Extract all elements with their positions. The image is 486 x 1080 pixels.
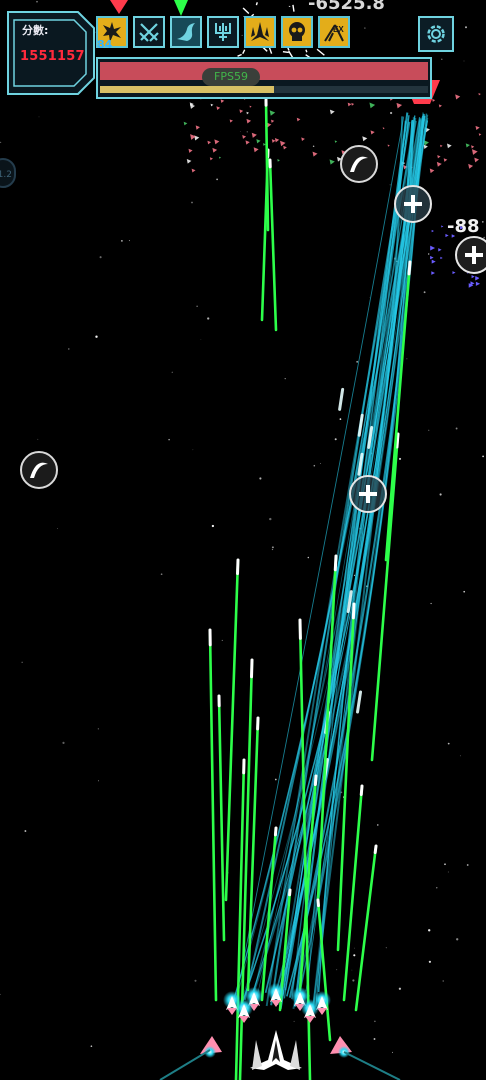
settings-button[interactable] bbox=[418, 16, 454, 52]
fps-counter: FPS59 bbox=[202, 68, 260, 86]
damage-number-top: -6525.8 bbox=[308, 0, 385, 14]
skull-skill-button[interactable] bbox=[281, 16, 313, 48]
boomerang-powerup-icon[interactable] bbox=[340, 145, 378, 183]
trident-skill-button[interactable] bbox=[207, 16, 239, 48]
skill-bar: EX bbox=[96, 16, 350, 48]
boomerang-powerup-icon[interactable] bbox=[20, 451, 58, 489]
damage-number-side: -88 bbox=[447, 216, 480, 237]
svg-text:EX: EX bbox=[333, 25, 344, 34]
score-label: 分數: bbox=[22, 24, 49, 37]
enemy-ship-top-green bbox=[174, 0, 188, 16]
status-bars-frame bbox=[96, 57, 432, 99]
skill-count-badge: 84 bbox=[97, 38, 113, 51]
score-value: 1551157 bbox=[20, 49, 85, 64]
energy-bar-track bbox=[100, 86, 428, 93]
trident-icon bbox=[215, 23, 231, 41]
energy-bar-fill bbox=[100, 86, 274, 93]
swords-icon bbox=[139, 23, 159, 42]
wave-icon bbox=[177, 23, 195, 41]
ex-skill-button[interactable]: EX bbox=[318, 16, 350, 48]
game-stage[interactable]: -6525.8 -88 1.2 分數: 1551157 EX 84 FPS59 bbox=[0, 0, 486, 1080]
heal-powerup-icon[interactable] bbox=[349, 475, 387, 513]
battle-field bbox=[0, 0, 486, 1080]
player-ship[interactable] bbox=[250, 1030, 302, 1070]
health-bar bbox=[100, 62, 428, 80]
skull-icon bbox=[289, 22, 305, 41]
jets-skill-button[interactable] bbox=[244, 16, 276, 48]
enemy-ship-top-left bbox=[110, 0, 128, 14]
jets-icon bbox=[251, 22, 269, 41]
wave-skill-button[interactable] bbox=[170, 16, 202, 48]
heal-powerup-icon[interactable] bbox=[394, 185, 432, 223]
gear-icon bbox=[427, 25, 445, 43]
swords-skill-button[interactable] bbox=[133, 16, 165, 48]
cyan-laser-beams bbox=[232, 111, 429, 1010]
heal-powerup-icon[interactable] bbox=[455, 236, 486, 274]
ex-icon: EX bbox=[324, 24, 344, 42]
